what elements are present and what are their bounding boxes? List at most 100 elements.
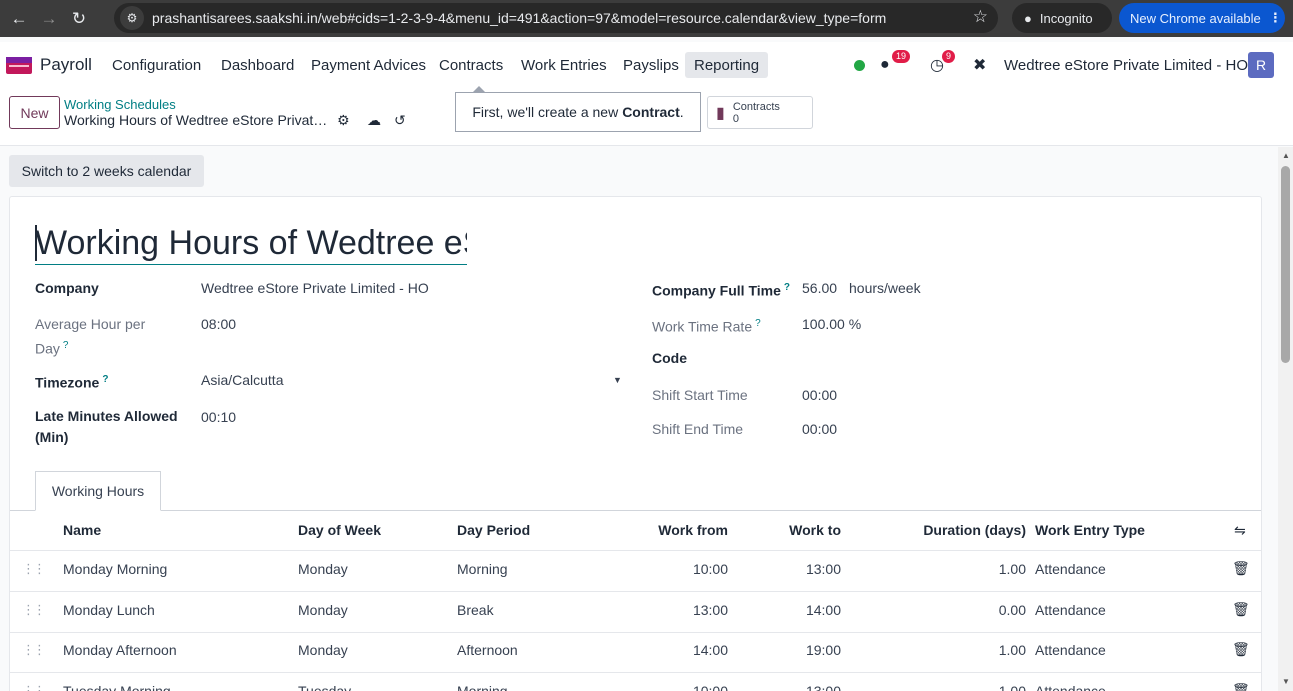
- tooltip-arrow: [472, 86, 486, 93]
- book-icon: ▮: [716, 104, 725, 122]
- url-text: prashantisarees.saakshi.in/web#cids=1-2-…: [152, 10, 887, 26]
- company-switcher[interactable]: Wedtree eStore Private Limited - HO: [1004, 52, 1248, 78]
- forward-arrow-icon[interactable]: →: [38, 8, 60, 30]
- shift-end-field[interactable]: 00:00: [802, 419, 837, 440]
- col-name[interactable]: Name: [63, 522, 101, 538]
- kebab-menu-icon[interactable]: ⋮: [1269, 10, 1282, 26]
- messages-button[interactable]: ● 19: [880, 50, 911, 78]
- contracts-smart-button[interactable]: ▮ Contracts 0: [707, 96, 813, 129]
- menu-payment-advices[interactable]: Payment Advices: [302, 52, 435, 78]
- messages-badge: 19: [892, 50, 911, 63]
- tab-working-hours[interactable]: Working Hours: [35, 471, 161, 511]
- row-name: Monday Afternoon: [63, 642, 177, 658]
- row-day: Monday: [298, 602, 348, 618]
- status-dot-icon[interactable]: [854, 52, 865, 78]
- tools-icon[interactable]: ✖: [973, 52, 986, 78]
- incognito-label: Incognito: [1039, 10, 1093, 26]
- scroll-up-icon[interactable]: ▲: [1282, 151, 1290, 160]
- tooltip-bold: Contract: [622, 104, 680, 120]
- trash-icon[interactable]: 🗑: [1232, 560, 1250, 577]
- discard-undo-icon[interactable]: ↺: [394, 112, 406, 129]
- row-from: 14:00: [692, 642, 728, 658]
- gear-icon[interactable]: ⚙: [337, 112, 350, 129]
- table-row[interactable]: ⋮⋮ Tuesday Morning Tuesday Morning 10:00…: [10, 673, 1261, 691]
- drag-handle-icon[interactable]: ⋮⋮: [22, 602, 46, 618]
- full-time-field[interactable]: 56.00: [802, 278, 837, 299]
- row-to: 19:00: [805, 642, 841, 658]
- col-work-to[interactable]: Work to: [741, 522, 841, 538]
- trash-icon[interactable]: 🗑: [1232, 601, 1250, 618]
- row-period: Afternoon: [457, 642, 518, 658]
- avg-hour-field[interactable]: 08:00: [201, 314, 236, 335]
- bookmark-star-icon[interactable]: ☆: [973, 7, 988, 27]
- table-row[interactable]: ⋮⋮ Monday Morning Monday Morning 10:00 1…: [10, 551, 1261, 592]
- company-field[interactable]: Wedtree eStore Private Limited - HO: [201, 278, 429, 299]
- user-menu[interactable]: R: [1248, 52, 1274, 78]
- row-to: 13:00: [805, 561, 841, 577]
- onboarding-tooltip: First, we'll create a new Contract .: [455, 92, 701, 132]
- col-work-from[interactable]: Work from: [628, 522, 728, 538]
- row-period: Break: [457, 602, 494, 618]
- scroll-down-icon[interactable]: ▼: [1282, 677, 1290, 686]
- menu-work-entries[interactable]: Work Entries: [512, 52, 616, 78]
- form-sheet: Working Hours of Wedtree eStore Private …: [9, 196, 1262, 691]
- text-cursor: [35, 225, 37, 261]
- row-name: Monday Morning: [63, 561, 168, 577]
- switch-two-weeks-button[interactable]: Switch to 2 weeks calendar: [9, 155, 204, 187]
- row-duration: 1.00: [998, 561, 1026, 577]
- row-name: Monday Lunch: [63, 602, 155, 618]
- table-row[interactable]: ⋮⋮ Monday Lunch Monday Break 13:00 14:00…: [10, 592, 1261, 633]
- late-minutes-label: Late Minutes Allowed: [35, 408, 178, 424]
- drag-handle-icon[interactable]: ⋮⋮: [22, 683, 46, 691]
- col-work-entry-type[interactable]: Work Entry Type: [1035, 522, 1145, 538]
- menu-dashboard[interactable]: Dashboard: [212, 52, 303, 78]
- help-icon[interactable]: ?: [102, 374, 108, 385]
- breadcrumb-parent[interactable]: Working Schedules: [64, 97, 176, 112]
- new-button[interactable]: New: [9, 96, 60, 129]
- cloud-save-icon[interactable]: ☁: [367, 112, 381, 129]
- code-label: Code: [652, 350, 687, 366]
- help-icon[interactable]: ?: [755, 318, 761, 329]
- chat-icon: ●: [880, 56, 890, 73]
- menu-payslips[interactable]: Payslips: [614, 52, 688, 78]
- row-to: 13:00: [805, 683, 841, 691]
- chevron-down-icon[interactable]: ▼: [613, 375, 622, 385]
- trash-icon[interactable]: 🗑: [1232, 641, 1250, 658]
- late-minutes-field[interactable]: 00:10: [201, 407, 236, 428]
- table-row[interactable]: ⋮⋮ Monday Afternoon Monday Afternoon 14:…: [10, 632, 1261, 673]
- optional-columns-icon[interactable]: ⇋: [1234, 522, 1246, 539]
- incognito-indicator[interactable]: ● Incognito: [1012, 3, 1112, 33]
- work-rate-label: Work Time Rate?: [652, 318, 761, 335]
- drag-handle-icon[interactable]: ⋮⋮: [22, 642, 46, 658]
- help-icon[interactable]: ?: [63, 340, 69, 351]
- timezone-select[interactable]: Asia/Calcutta: [201, 370, 283, 391]
- schedule-name-input[interactable]: Working Hours of Wedtree eStore Private …: [35, 223, 467, 265]
- activities-button[interactable]: ◷ 9: [930, 50, 960, 78]
- reload-icon[interactable]: ↻: [68, 8, 90, 30]
- menu-configuration[interactable]: Configuration: [103, 52, 210, 78]
- back-arrow-icon[interactable]: ←: [8, 8, 30, 30]
- trash-icon[interactable]: 🗑: [1232, 682, 1250, 691]
- drag-handle-icon[interactable]: ⋮⋮: [22, 561, 46, 577]
- breadcrumb-current: Working Hours of Wedtree eStore Private …: [64, 112, 329, 128]
- browser-toolbar: ← → ↻ ⚙ prashantisarees.saakshi.in/web#c…: [0, 0, 1293, 37]
- row-name: Tuesday Morning: [63, 683, 171, 691]
- chrome-update-button[interactable]: New Chrome available ⋮: [1119, 3, 1285, 33]
- help-icon[interactable]: ?: [784, 282, 790, 293]
- menu-contracts[interactable]: Contracts: [430, 52, 512, 78]
- shift-start-field[interactable]: 00:00: [802, 385, 837, 406]
- activities-badge: 9: [942, 50, 956, 63]
- col-day-period[interactable]: Day Period: [457, 522, 530, 538]
- address-bar[interactable]: ⚙ prashantisarees.saakshi.in/web#cids=1-…: [114, 3, 998, 33]
- page-scrollbar[interactable]: ▲ ▼: [1278, 147, 1293, 691]
- payroll-app-icon[interactable]: [6, 55, 32, 74]
- site-info-icon[interactable]: ⚙: [120, 6, 144, 30]
- col-duration[interactable]: Duration (days): [876, 522, 1026, 538]
- col-day-of-week[interactable]: Day of Week: [298, 522, 381, 538]
- shift-end-label: Shift End Time: [652, 421, 744, 437]
- row-period: Morning: [457, 683, 508, 691]
- full-time-label: Company Full Time?: [652, 282, 790, 299]
- scrollbar-thumb[interactable]: [1281, 166, 1290, 363]
- menu-reporting[interactable]: Reporting: [685, 52, 769, 78]
- app-name[interactable]: Payroll: [40, 55, 92, 75]
